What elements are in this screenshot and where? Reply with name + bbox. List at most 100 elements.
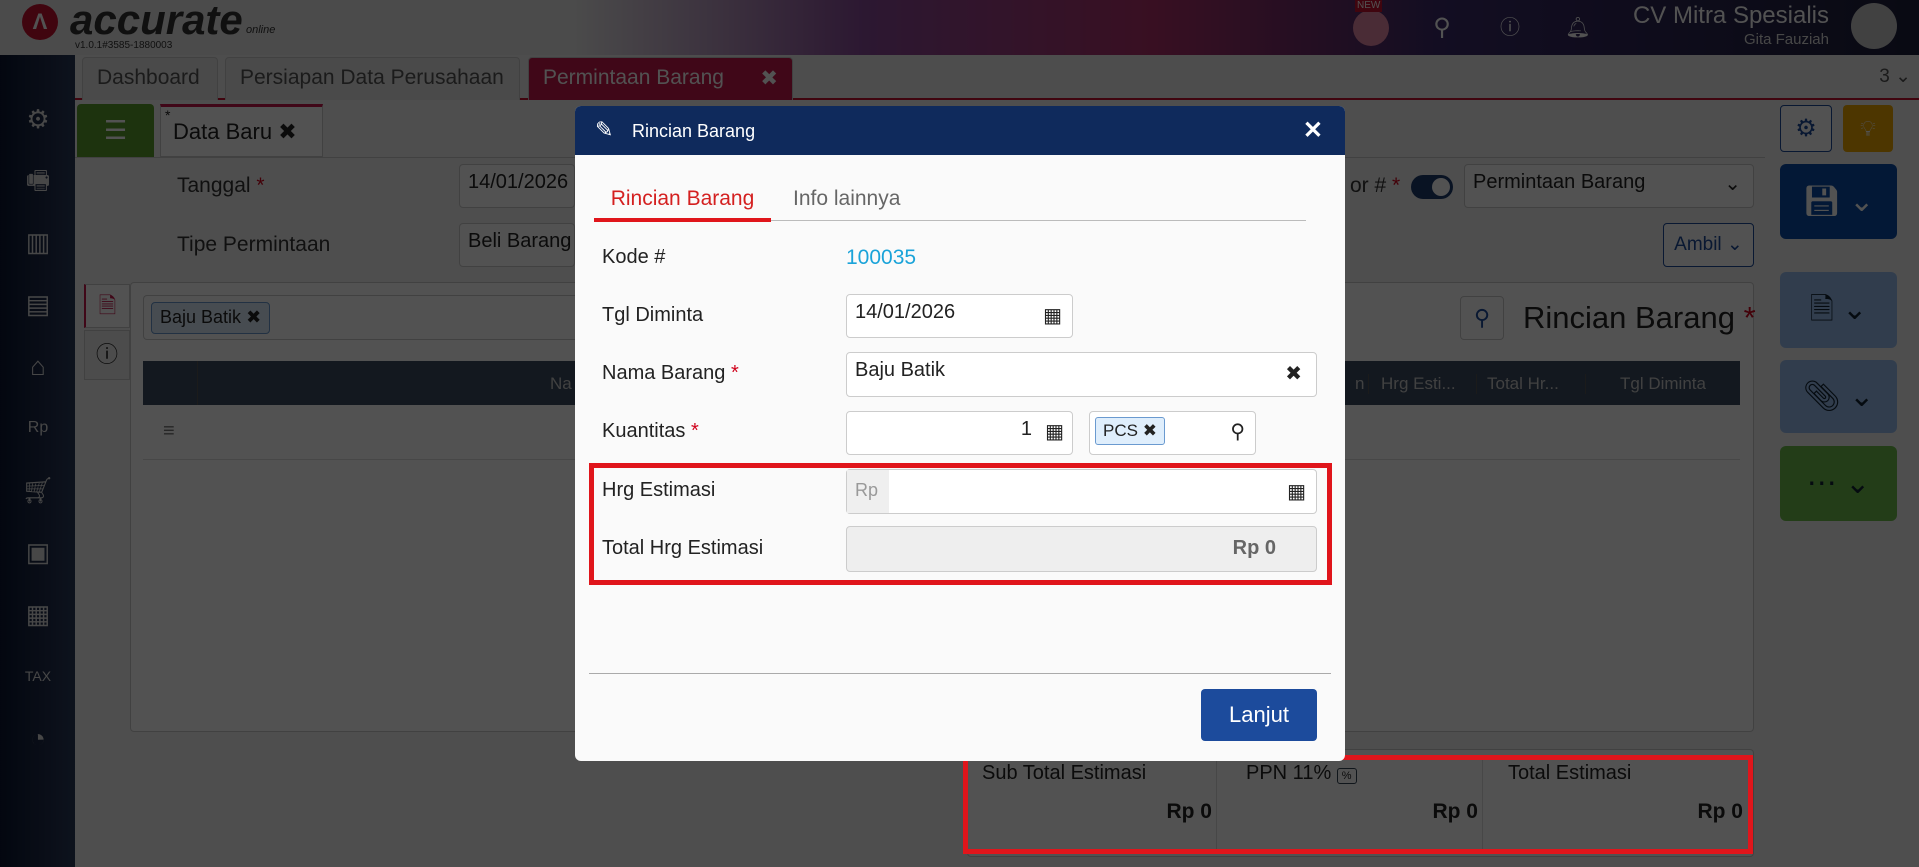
tax-icon[interactable]: TAX — [18, 656, 58, 696]
pencil-icon: ✎ — [595, 117, 614, 142]
total-estimasi-value: Rp 0 — [1697, 800, 1743, 823]
save-button[interactable]: 💾︎ ⌄ — [1780, 164, 1897, 239]
tab-persiapan-data[interactable]: Persiapan Data Perusahaan — [225, 57, 520, 100]
subtab-label: Data Baru — [173, 119, 273, 144]
total-estimasi-label: Total Estimasi — [1508, 762, 1632, 784]
auto-number-toggle[interactable] — [1411, 175, 1453, 199]
column-hrg-estimasi[interactable]: Hrg Esti... — [1368, 374, 1456, 394]
price-tag-icon[interactable]: Rp — [18, 408, 58, 448]
tab-dashboard[interactable]: Dashboard — [82, 57, 218, 100]
column-tgl-diminta[interactable]: Tgl Diminta — [1585, 374, 1706, 394]
help-icon[interactable]: ⓘ — [1492, 10, 1528, 46]
modal-title: Rincian Barang — [632, 121, 756, 141]
warehouse-icon[interactable]: ▦ — [18, 594, 58, 634]
lanjut-button[interactable]: Lanjut — [1201, 689, 1317, 741]
avatar[interactable] — [1851, 3, 1897, 49]
new-feature-mascot-icon[interactable]: NEW — [1353, 0, 1389, 46]
nomor-label: or # * — [1350, 174, 1401, 197]
ledger-book-icon[interactable]: ▤ — [18, 284, 58, 324]
tab-label: Permintaan Barang — [543, 66, 724, 89]
kuantitas-label: Kuantitas * — [602, 420, 699, 442]
info-tab[interactable]: ⓘ — [84, 330, 130, 380]
more-actions-button[interactable]: ⋯ ⌄ — [1780, 446, 1897, 521]
kuantitas-input[interactable]: 1 ▦ — [846, 411, 1073, 455]
sidebar: ⚙ 🖷 ▥ ▤ ⌂ Rp 🛒︎ ▣ ▦ TAX ◔ — [0, 55, 75, 867]
brand-name: accurate — [70, 0, 243, 43]
remove-chip-icon[interactable]: ✖ — [246, 307, 261, 327]
settings-icon[interactable]: ⚙ — [18, 99, 58, 139]
document-print-button[interactable]: 🗎 ⌄ — [1780, 272, 1897, 348]
ppn-label: PPN 11% % — [1246, 762, 1357, 785]
tipe-permintaan-label: Tipe Permintaan — [177, 233, 331, 256]
nama-barang-label: Nama Barang * — [602, 362, 739, 384]
hrg-estimasi-input[interactable]: Rp ▦ — [846, 469, 1317, 514]
tgl-diminta-input[interactable]: 14/01/2026 ▦ — [846, 294, 1073, 338]
tanggal-input[interactable]: 14/01/2026 — [459, 164, 575, 208]
report-chart-icon[interactable]: ◔ — [18, 718, 58, 758]
item-search-input[interactable]: Baju Batik ✖ — [143, 295, 575, 340]
tipe-permintaan-select[interactable]: Beli Barang — [459, 223, 575, 267]
accurate-logo-icon[interactable]: Λ — [22, 4, 58, 40]
nomor-select[interactable]: Permintaan Barang ⌄ — [1464, 164, 1754, 208]
column-partial[interactable]: n — [1355, 374, 1364, 394]
settings-button[interactable]: ⚙ — [1780, 105, 1832, 152]
hrg-estimasi-label: Hrg Estimasi — [602, 479, 716, 501]
ppn-value: Rp 0 — [1432, 800, 1478, 823]
ppn-percent-button[interactable]: % — [1336, 768, 1357, 784]
close-tab-icon[interactable]: ✖ — [760, 66, 778, 91]
clear-icon[interactable]: ✖ — [1285, 361, 1302, 386]
total-hrg-estimasi-value: Rp 0 — [846, 526, 1317, 572]
column-total-hrg[interactable]: Total Hr... — [1476, 374, 1559, 394]
bell-icon[interactable]: 🔔︎ — [1560, 10, 1596, 46]
modal-header: ✎ Rincian Barang ✕ — [575, 106, 1345, 155]
calculator-icon[interactable]: ▦ — [1287, 479, 1306, 504]
column-nama[interactable]: Na — [550, 374, 572, 394]
modal-tab-info[interactable]: Info lainnya — [773, 187, 900, 211]
search-button[interactable]: ⚲ — [1460, 296, 1504, 340]
calendar-icon[interactable]: ▦ — [1043, 303, 1062, 328]
inventory-trolley-icon[interactable]: ▣ — [18, 532, 58, 572]
tab-count-dropdown[interactable]: 3 ⌄ — [1879, 65, 1911, 88]
nama-barang-input[interactable]: Baju Batik ✖ — [846, 352, 1317, 397]
unit-input[interactable]: PCS ✖ ⚲ — [1089, 411, 1256, 455]
modified-marker: * — [165, 107, 171, 123]
search-icon[interactable]: ⚲ — [1424, 10, 1460, 46]
list-view-button[interactable]: ☰ — [77, 104, 154, 157]
version-label: v1.0.1#3585-1880003 — [75, 40, 173, 51]
detail-title: Rincian Barang * — [1523, 300, 1756, 335]
user-name: Gita Fauziah — [1743, 31, 1829, 48]
tab-count: 3 — [1879, 66, 1890, 87]
building-icon[interactable]: ▥ — [18, 222, 58, 262]
shopping-cart-icon[interactable]: 🛒︎ — [18, 470, 58, 510]
ambil-button[interactable]: Ambil ⌄ — [1663, 223, 1754, 267]
remove-unit-icon[interactable]: ✖ — [1143, 421, 1157, 440]
kode-label: Kode # — [602, 246, 666, 268]
cash-register-icon[interactable]: 🖷 — [18, 160, 58, 200]
detail-items-tab[interactable]: 🗎 — [84, 284, 130, 328]
currency-prefix: Rp — [847, 470, 889, 513]
kode-value: 100035 — [846, 246, 917, 269]
attachment-button[interactable]: 📎︎ ⌄ — [1780, 360, 1897, 433]
item-chip: Baju Batik ✖ — [151, 302, 271, 334]
subtab-data-baru[interactable]: * Data Baru ✖ — [160, 104, 323, 157]
subtotal-value: Rp 0 — [1166, 800, 1212, 823]
search-icon[interactable]: ⚲ — [1230, 419, 1245, 444]
tgl-diminta-label: Tgl Diminta — [602, 304, 704, 326]
bank-icon[interactable]: ⌂ — [18, 346, 58, 386]
close-icon[interactable]: ✖ — [278, 119, 296, 144]
company-name[interactable]: CV Mitra Spesialis — [1633, 2, 1829, 30]
total-hrg-estimasi-label: Total Hrg Estimasi — [602, 537, 764, 559]
rincian-barang-modal: ✎ Rincian Barang ✕ Rincian Barang Info l… — [575, 106, 1345, 761]
close-icon[interactable]: ✕ — [1303, 116, 1323, 145]
lightbulb-icon[interactable]: 💡︎ — [1843, 105, 1893, 152]
tab-bar: Dashboard Persiapan Data Perusahaan Perm… — [75, 55, 1919, 100]
tab-permintaan-barang[interactable]: Permintaan Barang ✖ — [528, 57, 793, 100]
modal-tab-rincian[interactable]: Rincian Barang — [594, 183, 771, 222]
unit-chip: PCS ✖ — [1095, 417, 1165, 445]
brand-sub: online — [246, 24, 276, 36]
drag-handle-icon[interactable]: ≡ — [163, 420, 175, 442]
app-header: Λ accurate online v1.0.1#3585-1880003 NE… — [0, 0, 1919, 55]
subtotal-label: Sub Total Estimasi — [982, 762, 1147, 784]
tanggal-label: Tanggal * — [177, 174, 265, 197]
calculator-icon[interactable]: ▦ — [1045, 419, 1064, 444]
